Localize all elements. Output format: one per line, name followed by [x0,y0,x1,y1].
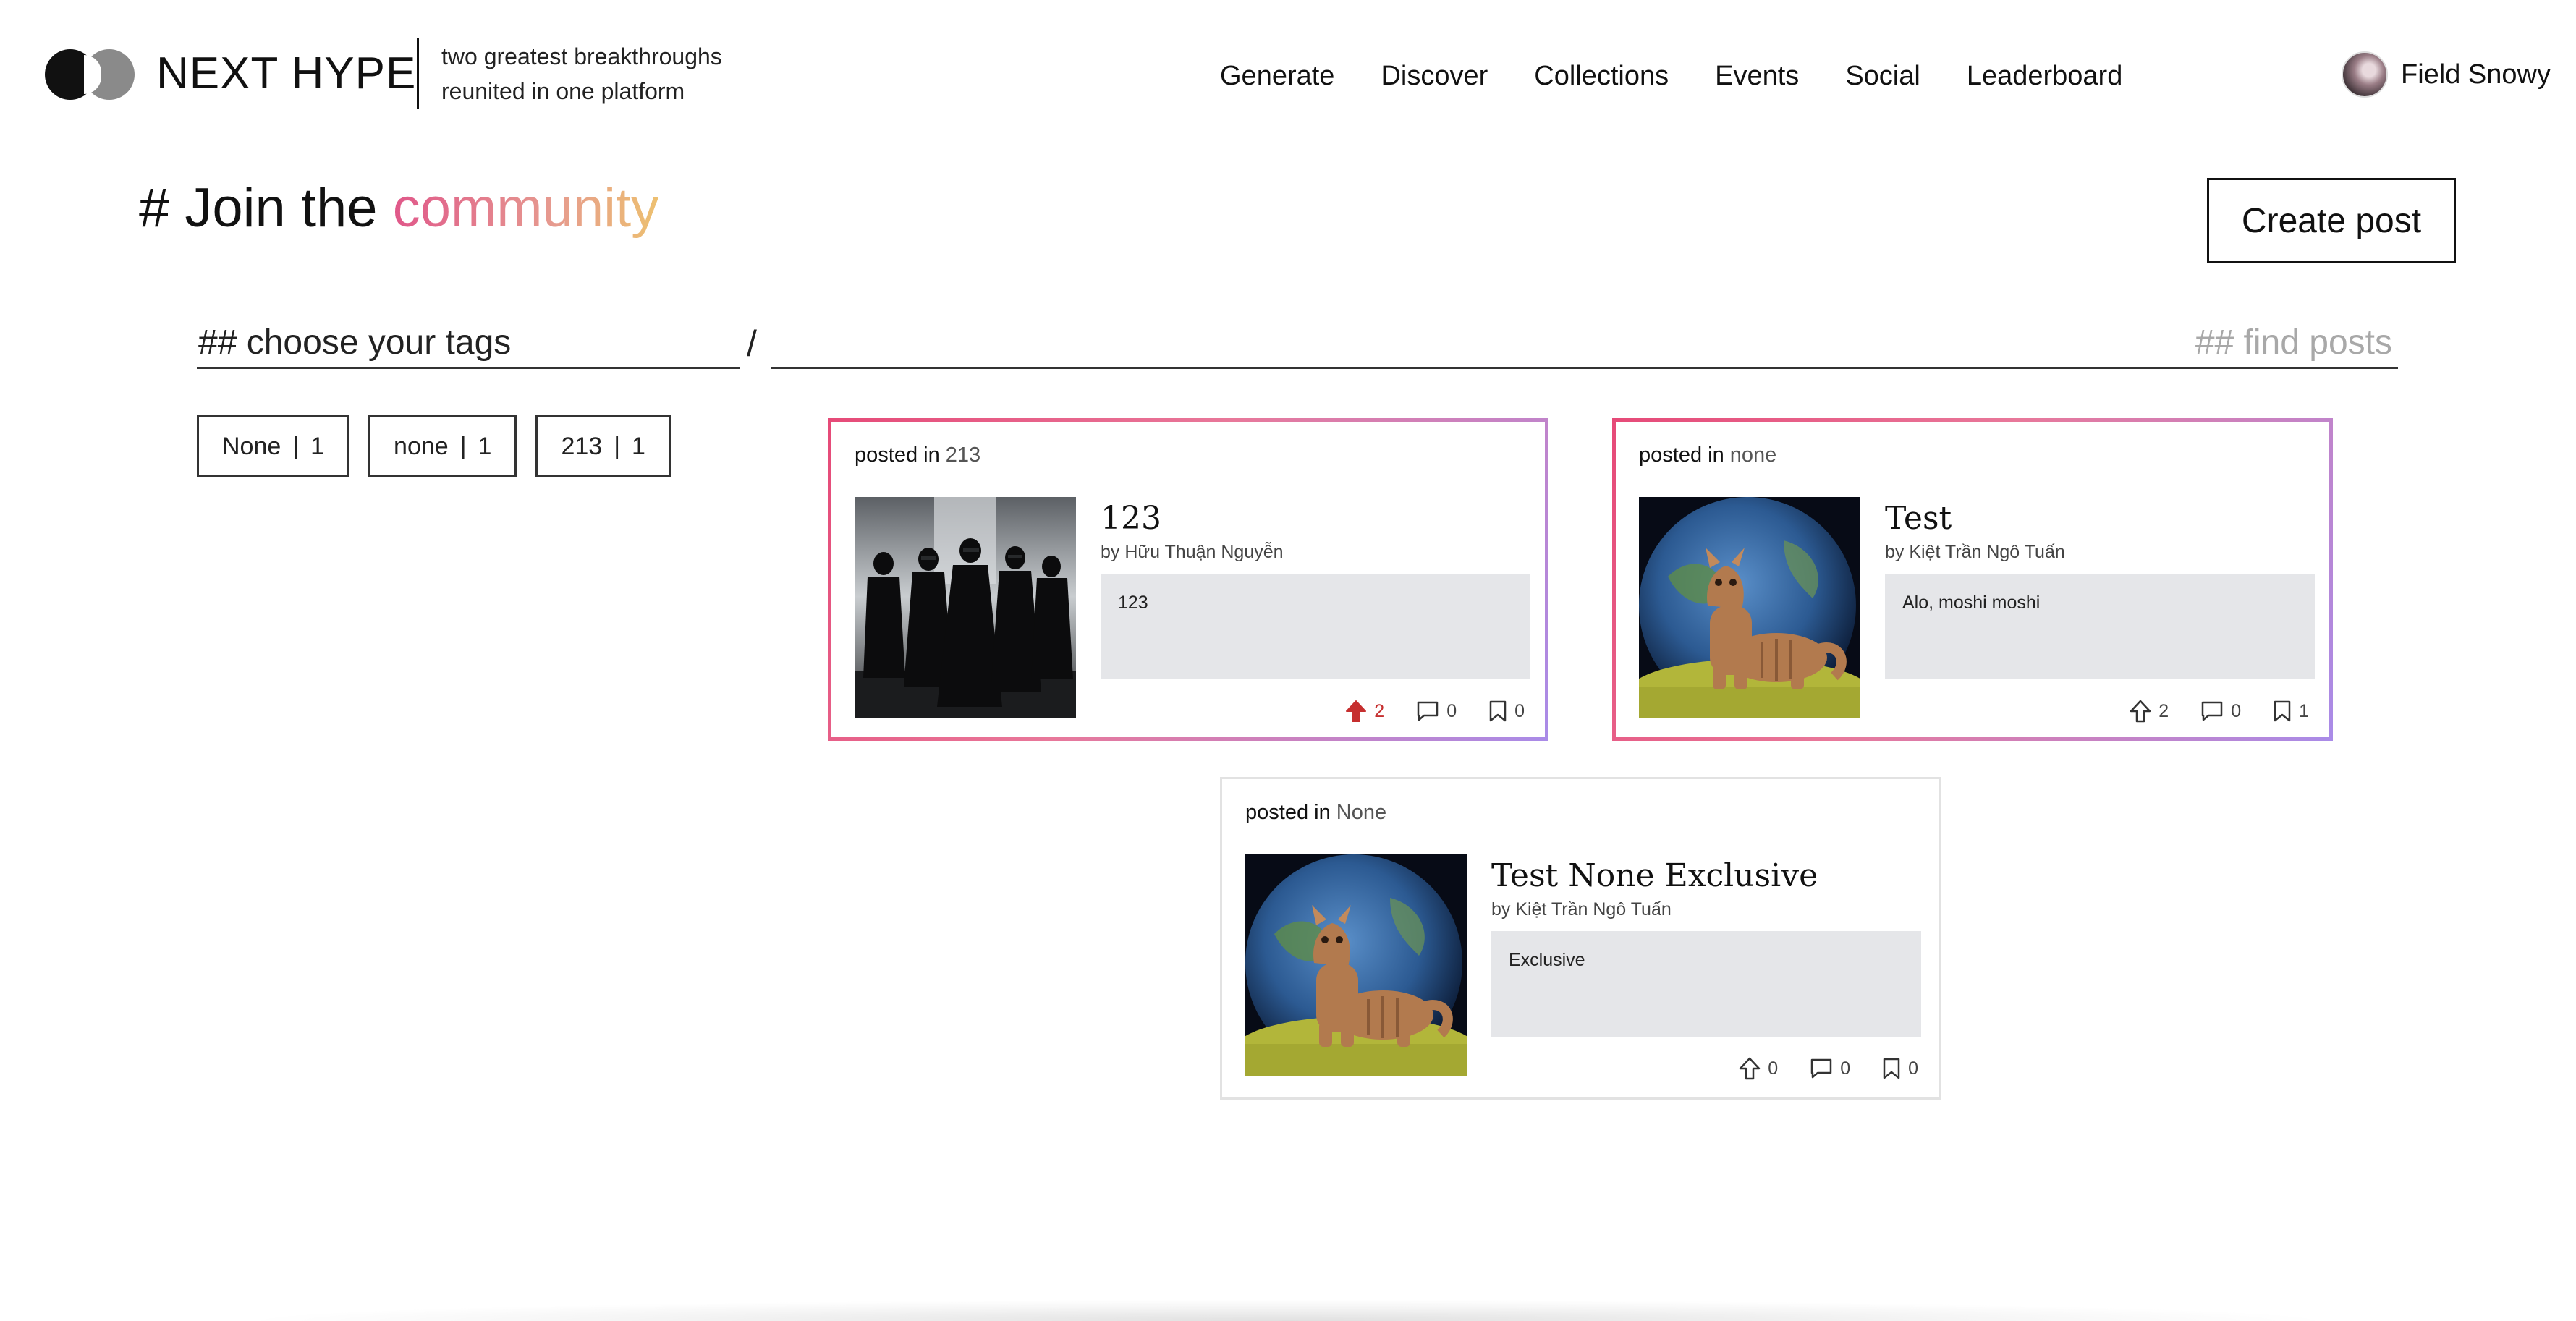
upvote-count: 0 [1768,1058,1779,1079]
comment-button[interactable]: 0 [1810,1058,1850,1079]
nav-discover[interactable]: Discover [1381,58,1488,94]
main-nav: Generate Discover Collections Events Soc… [1220,58,2122,94]
bookmark-button[interactable]: 0 [1488,700,1525,723]
create-post-button[interactable]: Create post [2207,178,2456,263]
tag-chip-count: 1 [478,432,492,460]
brand-name[interactable]: NEXT HYPE [156,46,416,101]
tagline-line-1: two greatest breakthroughs [441,43,722,69]
upvote-button[interactable]: 2 [2130,700,2169,723]
post-tag[interactable]: none [1730,443,1777,467]
logo-icon[interactable] [45,49,135,100]
post-posted-in: posted in None [1245,801,1386,825]
upvote-count: 2 [1374,700,1385,721]
tag-chip-list: None | 1 none | 1 213 | 1 [197,415,671,477]
comment-icon [1417,701,1439,721]
comment-icon [2201,701,2223,721]
bookmark-count: 0 [1908,1058,1918,1079]
tag-chip[interactable]: 213 | 1 [535,415,671,477]
bookmark-count: 0 [1514,700,1525,721]
page-title-highlight: community [392,177,659,239]
user-menu[interactable]: Field Snowy [2342,49,2551,100]
post-card[interactable]: posted in none Test by Kiệt Trần Ngô Tuấ… [1612,418,2333,741]
tagline: two greatest breakthroughs reunited in o… [441,39,722,109]
post-title[interactable]: Test [1885,500,1952,537]
post-body: Alo, moshi moshi [1885,574,2315,679]
post-stats: 2 0 0 [1345,700,1525,723]
post-posted-in: posted in 213 [855,443,980,467]
post-title[interactable]: Test None Exclusive [1491,857,1818,894]
nav-generate[interactable]: Generate [1220,58,1334,94]
comment-button[interactable]: 0 [2200,700,2241,722]
post-author[interactable]: by Hữu Thuận Nguyễn [1101,542,1284,563]
post-tag[interactable]: None [1336,801,1386,824]
post-card[interactable]: posted in None Test None Exclusive by Ki… [1220,777,1941,1100]
comment-count: 0 [1446,700,1457,721]
post-tag[interactable]: 213 [946,443,980,467]
upvote-icon [1740,1057,1761,1080]
tag-chip-count: 1 [632,432,645,460]
user-name[interactable]: Field Snowy [2401,59,2551,90]
search-separator: / [747,323,757,364]
post-card[interactable]: posted in 213 123 by Hữu Thuận Nguyễn 12… [828,418,1548,741]
post-body: 123 [1101,574,1530,679]
tag-chip-name: 213 [561,432,603,460]
comment-count: 0 [2231,700,2242,721]
nav-collections[interactable]: Collections [1534,58,1669,94]
upvote-button[interactable]: 2 [1345,700,1384,723]
comment-count: 0 [1840,1058,1851,1079]
comment-icon [1810,1058,1832,1079]
posted-in-label: posted in [855,443,940,467]
nav-leaderboard[interactable]: Leaderboard [1967,58,2123,94]
post-posted-in: posted in none [1639,443,1776,467]
post-stats: 2 0 1 [2130,700,2309,723]
post-body: Exclusive [1491,931,1921,1037]
tag-chip-count: 1 [310,432,325,460]
page-title: # Join the community [139,174,658,243]
upvote-count: 2 [2158,700,2169,721]
comment-button[interactable]: 0 [1416,700,1457,722]
top-header: NEXT HYPE two greatest breakthroughs reu… [0,0,2576,145]
footer-shadow [232,1299,2344,1321]
bookmark-icon [1883,1058,1900,1079]
bookmark-icon [1489,700,1507,722]
page-title-prefix: # Join the [139,177,393,239]
upvote-button[interactable]: 0 [1739,1057,1778,1080]
tagline-line-2: reunited in one platform [441,78,685,104]
nav-social[interactable]: Social [1845,58,1920,94]
post-thumbnail[interactable] [855,497,1076,718]
avatar[interactable] [2342,51,2388,98]
bookmark-count: 1 [2299,700,2309,721]
tag-chip[interactable]: None | 1 [197,415,350,477]
post-thumbnail[interactable] [1639,497,1860,718]
nav-events[interactable]: Events [1715,58,1799,94]
upvote-icon [2130,700,2151,723]
posted-in-label: posted in [1245,801,1331,824]
find-posts-input[interactable] [771,318,2398,369]
bookmark-button[interactable]: 1 [2273,700,2309,723]
post-title[interactable]: 123 [1101,500,1161,537]
post-author[interactable]: by Kiệt Trần Ngô Tuấn [1885,542,2065,563]
tag-chip-name: none [394,432,449,460]
tags-search-input[interactable] [197,318,740,369]
tag-chip-name: None [222,432,281,460]
bookmark-button[interactable]: 0 [1882,1057,1918,1080]
brand-divider [417,38,419,109]
post-stats: 0 0 0 [1739,1057,1918,1080]
bookmark-icon [2274,700,2291,722]
posted-in-label: posted in [1639,443,1724,467]
upvote-icon [1346,700,1367,722]
tag-chip[interactable]: none | 1 [368,415,517,477]
post-thumbnail[interactable] [1245,854,1467,1076]
post-author[interactable]: by Kiệt Trần Ngô Tuấn [1491,899,1672,920]
